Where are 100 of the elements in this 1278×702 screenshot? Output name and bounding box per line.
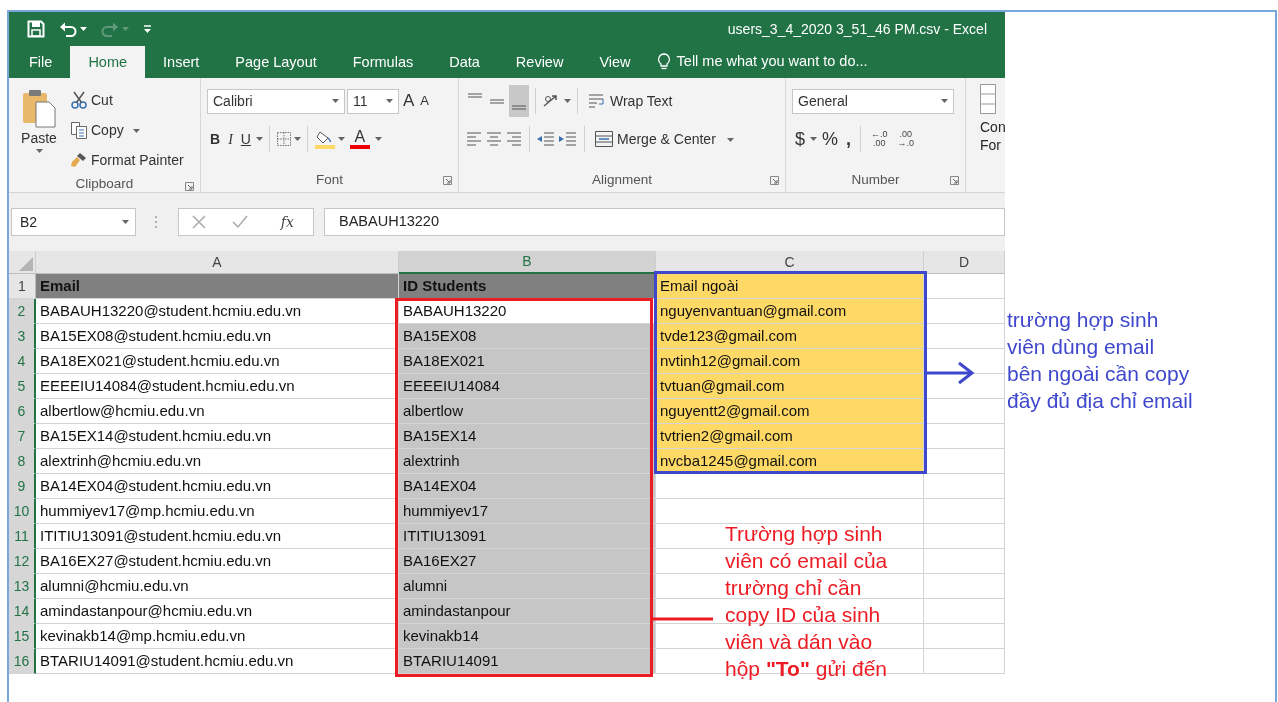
wrap-text-button[interactable]: Wrap Text	[584, 87, 676, 115]
comma-style-button[interactable]: ,	[843, 125, 855, 153]
row-header[interactable]: 9	[9, 474, 36, 499]
shrink-font-button[interactable]: A	[418, 87, 431, 115]
row-header[interactable]: 14	[9, 599, 36, 624]
annotation-text: trường hợp sinh viên dùng email bên ngoài cần copy đầy đủ địa chỉ email	[1007, 307, 1193, 414]
row-header[interactable]: 15	[9, 624, 36, 649]
row-header[interactable]: 12	[9, 549, 36, 574]
table-cell: amindastanpour	[399, 599, 656, 624]
row-header[interactable]: 2	[9, 299, 36, 324]
font-size-dropdown[interactable]: 11	[347, 88, 399, 114]
grow-font-button[interactable]: A	[401, 87, 417, 115]
formula-input[interactable]: BABAUH13220	[324, 208, 1005, 236]
table-cell: albertlow@hcmiu.edu.vn	[36, 399, 399, 424]
caret-icon	[122, 220, 129, 224]
column-header[interactable]: B	[399, 251, 656, 274]
row-header[interactable]: 3	[9, 324, 36, 349]
cut-button[interactable]: Cut	[67, 86, 187, 114]
name-box[interactable]: B2	[11, 208, 136, 236]
ribbon-tab[interactable]: Insert	[145, 46, 218, 78]
paste-button[interactable]: Paste	[15, 84, 63, 174]
ribbon-tab[interactable]: Page Layout	[217, 46, 335, 78]
table-cell: BTARIU14091	[399, 649, 656, 674]
caret-icon	[255, 137, 263, 141]
table-cell: nguyentt2@gmail.com	[656, 399, 924, 424]
table-cell: EEEEIU14084@student.hcmiu.edu.vn	[36, 374, 399, 399]
caret-icon	[80, 27, 87, 31]
row-header[interactable]: 16	[9, 649, 36, 674]
enter-icon	[232, 215, 249, 229]
row-header[interactable]: 7	[9, 424, 36, 449]
merge-center-button[interactable]: Merge & Center	[591, 125, 737, 153]
underline-button[interactable]: U	[237, 125, 254, 153]
launcher-icon	[185, 182, 194, 191]
table-cell: BA14EX04@student.hcmiu.edu.vn	[36, 474, 399, 499]
caret-icon	[332, 99, 339, 103]
format-painter-button[interactable]: Format Painter	[67, 146, 187, 174]
ribbon-tab[interactable]: Home	[70, 46, 146, 78]
decrease-indent-icon	[536, 130, 556, 148]
copy-button[interactable]: Copy	[67, 116, 187, 144]
table-cell: hummiyev17@mp.hcmiu.edu.vn	[36, 499, 399, 524]
font-color-button[interactable]: A	[346, 125, 373, 153]
table-cell: BA15EX08	[399, 324, 656, 349]
row-header[interactable]: 6	[9, 399, 36, 424]
row-header[interactable]: 10	[9, 499, 36, 524]
table-cell: BA14EX04	[399, 474, 656, 499]
ribbon-tab[interactable]: View	[581, 46, 649, 78]
ribbon-tab[interactable]: Review	[497, 46, 582, 78]
table-cell: amindastanpour@hcmiu.edu.vn	[36, 599, 399, 624]
decimal-button[interactable]: ←.0 .00	[867, 128, 892, 150]
caret-icon	[726, 137, 734, 142]
table-cell: ITITIU13091	[399, 524, 656, 549]
table-icon	[980, 84, 996, 114]
font-name-dropdown[interactable]: Calibri	[207, 88, 345, 114]
table-cell: BA15EX14	[399, 424, 656, 449]
row-header[interactable]: 11	[9, 524, 36, 549]
align-lines-icon	[512, 104, 526, 110]
table-cell: alumni@hcmiu.edu.vn	[36, 574, 399, 599]
table-cell: alextrinh	[399, 449, 656, 474]
formula-controls[interactable]: fx	[178, 208, 314, 236]
table-cell: BA18EX021@student.hcmiu.edu.vn	[36, 349, 399, 374]
column-header[interactable]: D	[924, 251, 1005, 274]
row-header[interactable]: 13	[9, 574, 36, 599]
quick-access-button[interactable]	[143, 24, 152, 34]
ribbon-tab[interactable]: File	[11, 46, 71, 78]
caret-icon	[132, 128, 140, 133]
leader-line	[653, 617, 713, 621]
grip-icon	[154, 215, 158, 229]
decimal-button[interactable]: .00 →.0	[893, 128, 919, 150]
row-header[interactable]: 8	[9, 449, 36, 474]
quick-access-button[interactable]	[27, 20, 45, 38]
table-cell: albertlow	[399, 399, 656, 424]
currency-button[interactable]: $	[792, 125, 808, 153]
fill-color-icon	[313, 129, 336, 149]
caret-icon	[122, 27, 129, 31]
caret-icon	[564, 99, 571, 103]
table-cell: BA16EX27@student.hcmiu.edu.vn	[36, 549, 399, 574]
ribbon-tab[interactable]: Formulas	[334, 46, 432, 78]
align-center-icon	[485, 130, 503, 148]
caret-icon	[374, 137, 382, 141]
insert-function-button[interactable]: fx	[274, 210, 300, 234]
column-header[interactable]: A	[36, 251, 399, 274]
paintbrush-icon	[70, 151, 88, 169]
align-left-icon	[465, 130, 483, 148]
vertical-align-button[interactable]	[509, 85, 529, 117]
merge-cells-icon	[594, 130, 614, 148]
row-header[interactable]: 5	[9, 374, 36, 399]
bold-button[interactable]: B	[207, 125, 224, 153]
tell-me-search[interactable]: Tell me what you want to do...	[648, 46, 874, 78]
quick-access-button[interactable]	[59, 21, 87, 37]
row-header[interactable]: 1	[9, 274, 36, 299]
select-all-icon	[19, 257, 33, 271]
ribbon-tab[interactable]: Data	[431, 46, 498, 78]
row-header[interactable]: 4	[9, 349, 36, 374]
increase-indent-icon	[558, 130, 578, 148]
conditional-format-label[interactable]: Con For	[980, 118, 1005, 154]
percent-button[interactable]: %	[819, 125, 842, 153]
italic-button[interactable]: I	[225, 125, 236, 153]
caret-icon	[35, 149, 43, 153]
arrow	[927, 361, 975, 385]
number-format-dropdown[interactable]: General	[792, 88, 954, 114]
